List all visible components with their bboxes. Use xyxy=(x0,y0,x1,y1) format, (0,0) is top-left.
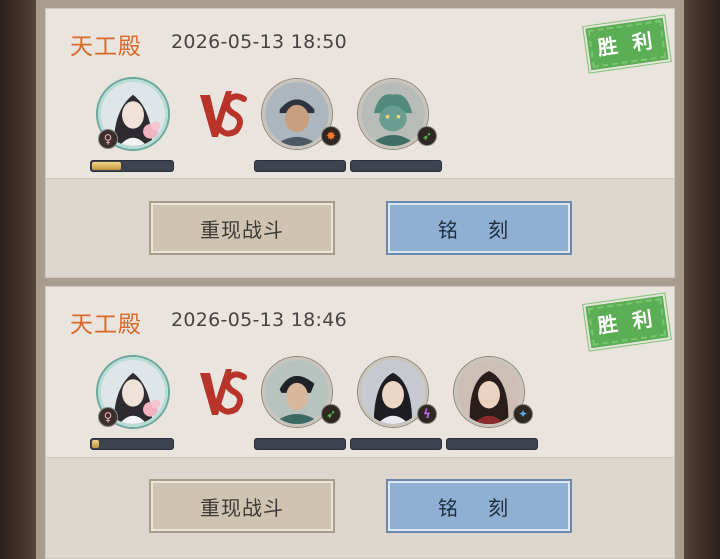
battle-time: 2026-05-13 18:46 xyxy=(171,309,348,331)
female-archer-avatar xyxy=(457,360,521,424)
victory-stamp: 胜 利 xyxy=(583,15,671,73)
engrave-button[interactable]: 铭 刻 xyxy=(388,203,570,253)
player-progress-bar xyxy=(90,160,174,172)
water-element-icon: ✦ xyxy=(513,404,533,424)
wind-element-icon: ➶ xyxy=(417,126,437,146)
armored-beast-avatar xyxy=(361,82,425,146)
battle-record-card: 天工殿 2026-05-13 18:50 胜 利 ♀ ✸ ➶ 重现战斗 铭 刻 xyxy=(45,8,675,278)
wind-element-icon: ➶ xyxy=(321,404,341,424)
player-progress-fill xyxy=(92,162,121,170)
opponent-bar xyxy=(446,438,538,450)
battle-location: 天工殿 xyxy=(70,34,142,60)
opponent-bar xyxy=(254,160,346,172)
replay-battle-button[interactable]: 重现战斗 xyxy=(151,203,333,253)
opponent-bar xyxy=(350,438,442,450)
fire-element-icon: ✸ xyxy=(321,126,341,146)
battle-location: 天工殿 xyxy=(70,312,142,338)
gender-female-icon: ♀ xyxy=(98,407,118,427)
player-progress-fill xyxy=(92,440,99,448)
gender-female-icon: ♀ xyxy=(98,129,118,149)
opponent-bar xyxy=(350,160,442,172)
replay-battle-button[interactable]: 重现战斗 xyxy=(151,481,333,531)
card-action-area xyxy=(46,178,674,277)
versus-icon xyxy=(200,369,247,415)
male-swordsman-avatar xyxy=(265,360,329,424)
battle-record-card: 天工殿 2026-05-13 18:46 胜 利 ♀ ➶ ϟ ✦ 重现战斗 铭 … xyxy=(45,286,675,559)
victory-stamp: 胜 利 xyxy=(583,293,671,351)
card-action-area xyxy=(46,457,674,558)
thunder-element-icon: ϟ xyxy=(417,404,437,424)
player-progress-bar xyxy=(90,438,174,450)
male-warrior-avatar xyxy=(265,82,329,146)
battle-time: 2026-05-13 18:50 xyxy=(171,31,348,53)
female-fighter-avatar xyxy=(361,360,425,424)
versus-icon xyxy=(200,91,247,137)
engrave-button[interactable]: 铭 刻 xyxy=(388,481,570,531)
opponent-bar xyxy=(254,438,346,450)
